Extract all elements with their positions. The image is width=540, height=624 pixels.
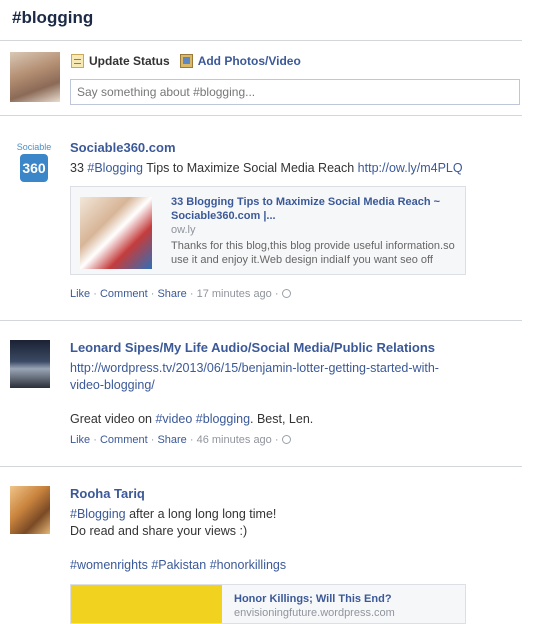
post-text-line2: Do read and share your views :) <box>70 524 248 538</box>
post-meta: Like · Comment · Share · 46 minutes ago … <box>70 434 291 446</box>
globe-icon <box>281 289 291 298</box>
avatar-badge: 360 <box>20 154 48 182</box>
timestamp[interactable]: 46 minutes ago <box>197 434 272 446</box>
share-thumbnail[interactable] <box>71 585 222 623</box>
post-avatar[interactable] <box>10 340 50 388</box>
page-title: #blogging <box>12 8 94 27</box>
post-author[interactable]: Leonard Sipes/My Life Audio/Social Media… <box>70 340 435 355</box>
post-text: #Blogging after a long long long time! D… <box>70 506 276 540</box>
share-thumbnail[interactable] <box>80 197 152 269</box>
post-avatar[interactable]: Sociable 360 <box>16 142 52 182</box>
post-text-suffix: . Best, Len. <box>250 412 314 426</box>
hashtag-link[interactable]: #Blogging <box>87 161 143 175</box>
post-url-link[interactable]: http://ow.ly/m4PLQ <box>358 161 463 175</box>
post-divider <box>0 115 522 116</box>
share-domain: ow.ly <box>171 224 196 236</box>
share-link[interactable]: Share <box>157 288 186 300</box>
like-link[interactable]: Like <box>70 434 90 446</box>
post-text-line1: after a long long long time! <box>125 507 277 521</box>
post-url-link[interactable]: http://wordpress.tv/2013/06/15/benjamin-… <box>70 361 439 375</box>
comment-link[interactable]: Comment <box>100 434 148 446</box>
post-meta: Like · Comment · Share · 17 minutes ago … <box>70 288 291 300</box>
header-divider <box>0 40 522 41</box>
share-card[interactable]: Honor Killings; Will This End? envisioni… <box>70 584 466 624</box>
post-avatar[interactable] <box>10 486 50 534</box>
composer-tabs: Update Status Add Photos/Video <box>71 53 311 69</box>
post-text-prefix: 33 <box>70 161 88 175</box>
post-author[interactable]: Rooha Tariq <box>70 486 145 501</box>
add-photos-label: Add Photos/Video <box>197 54 301 68</box>
composer-input[interactable]: Say something about #blogging... <box>70 79 520 105</box>
composer-avatar[interactable] <box>10 52 60 102</box>
hashtag-link[interactable]: #video <box>155 412 192 426</box>
hashtag-link[interactable]: #honorkillings <box>210 558 286 572</box>
post-tags: #womenrights #Pakistan #honorkillings <box>70 557 286 574</box>
post-divider <box>0 466 522 467</box>
post-text-middle: Tips to Maximize Social Media Reach <box>143 161 358 175</box>
timestamp[interactable]: 17 minutes ago <box>197 288 272 300</box>
add-photos-tab[interactable]: Add Photos/Video <box>179 54 301 68</box>
share-title[interactable]: Honor Killings; Will This End? <box>234 593 392 605</box>
globe-icon <box>281 435 291 444</box>
post-url-link-cont[interactable]: video-blogging/ <box>70 378 155 392</box>
update-status-tab[interactable]: Update Status <box>71 54 170 68</box>
share-title[interactable]: 33 Blogging Tips to Maximize Social Medi… <box>171 195 451 223</box>
post-divider <box>0 320 522 321</box>
status-icon <box>71 54 84 68</box>
hashtag-link[interactable]: #Pakistan <box>151 558 206 572</box>
photo-icon <box>179 54 193 68</box>
share-link[interactable]: Share <box>157 434 186 446</box>
share-card[interactable]: 33 Blogging Tips to Maximize Social Medi… <box>70 186 466 275</box>
share-domain: envisioningfuture.wordpress.com <box>234 607 395 619</box>
post-author[interactable]: Sociable360.com <box>70 140 176 155</box>
post-link: http://wordpress.tv/2013/06/15/benjamin-… <box>70 360 439 394</box>
hashtag-link[interactable]: #womenrights <box>70 558 148 572</box>
post-text: 33 #Blogging Tips to Maximize Social Med… <box>70 160 463 177</box>
hashtag-link[interactable]: #blogging <box>196 412 250 426</box>
comment-link[interactable]: Comment <box>100 288 148 300</box>
share-description: Thanks for this blog,this blog provide u… <box>171 240 455 266</box>
hashtag-link[interactable]: #Blogging <box>70 507 126 521</box>
like-link[interactable]: Like <box>70 288 90 300</box>
update-status-label: Update Status <box>89 54 170 68</box>
post-text-prefix: Great video on <box>70 412 156 426</box>
post-text: Great video on #video #blogging. Best, L… <box>70 411 313 428</box>
avatar-brand-text: Sociable <box>16 142 52 152</box>
